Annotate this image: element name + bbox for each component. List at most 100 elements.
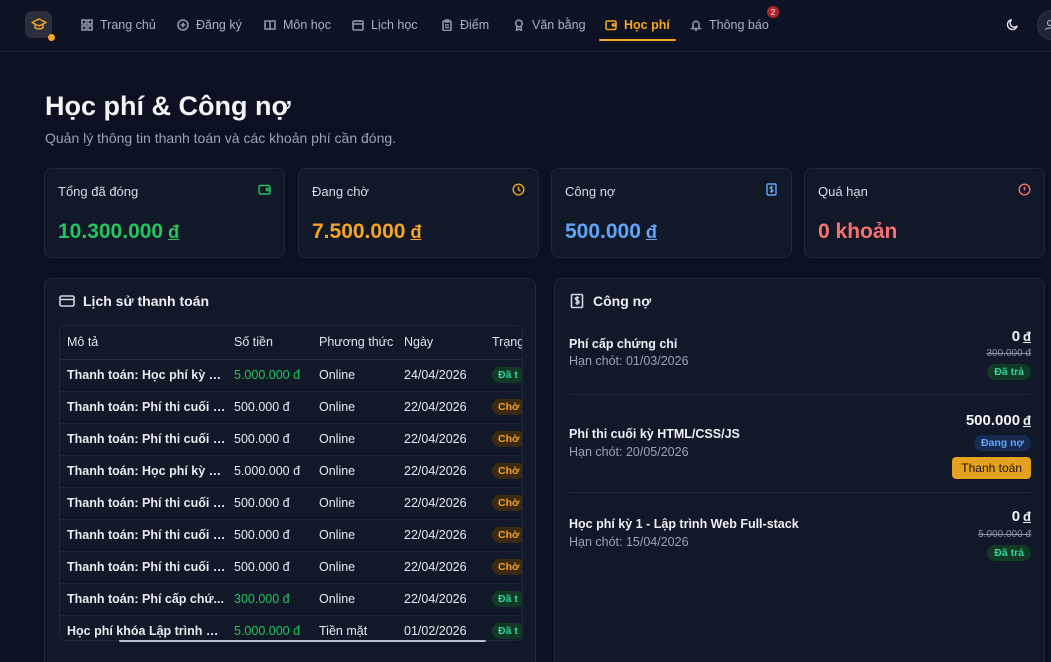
status-badge: Đã trả [987, 364, 1031, 380]
column-header[interactable]: Phương thức [312, 326, 397, 360]
book-icon [264, 20, 276, 31]
status-badge: Đã t [492, 591, 522, 607]
payment-method: Online [312, 519, 397, 552]
nav-item-courses[interactable]: Môn học [258, 11, 337, 39]
debt-amount: 500.000 đ [965, 412, 1031, 429]
table-row[interactable]: Thanh toán: Phí thi cuối k... 500.000 đ On… [60, 391, 522, 424]
table-row[interactable]: Thanh toán: Phí thi cuối k... 500.000 đ On… [60, 519, 522, 552]
clipboard-icon [442, 19, 452, 31]
column-header[interactable]: Ngày [397, 326, 485, 360]
debt-original-amount: 5.000.000 đ [978, 529, 1031, 540]
debt-item: Phí thi cuối kỳ HTML/CSS/JS Hạn chót: 20… [569, 395, 1031, 493]
nav-item-register[interactable]: Đăng ký [171, 11, 248, 39]
payment-amount: 5.000.000 đ [227, 359, 312, 392]
payment-history-table[interactable]: Mô tả Số tiền Phương thức Ngày Trạng Tha… [59, 325, 523, 641]
payment-status: Chờ [485, 487, 522, 520]
column-header[interactable]: Số tiền [227, 326, 312, 360]
debts-panel: Công nợ Phí cấp chứng chỉ Hạn chót: 01/0… [554, 278, 1045, 662]
credit-card-icon [59, 295, 75, 307]
payment-description: Học phí khóa Lập trình W... [60, 615, 227, 640]
app-logo[interactable] [25, 11, 55, 41]
debt-due-date: Hạn chót: 15/04/2026 [569, 535, 689, 549]
stat-value: 7.500.000 đ [312, 220, 422, 243]
payment-method: Online [312, 391, 397, 424]
debt-name: Phí thi cuối kỳ HTML/CSS/JS [569, 427, 740, 441]
nav-item-diplomas[interactable]: Văn bằng [507, 11, 592, 39]
nav-item-grades[interactable]: Điểm [435, 11, 495, 39]
payment-method: Tiền mặt [312, 615, 397, 640]
payment-date: 22/04/2026 [397, 455, 485, 488]
moon-icon [1006, 18, 1018, 30]
payment-date: 22/04/2026 [397, 551, 485, 584]
payment-method: Online [312, 487, 397, 520]
payment-date: 22/04/2026 [397, 391, 485, 424]
pay-button[interactable]: Thanh toán [952, 457, 1031, 479]
nav-item-notifications[interactable]: Thông báo [684, 11, 775, 39]
payment-date: 22/04/2026 [397, 487, 485, 520]
payment-status: Chờ [485, 423, 522, 456]
nav-label: Văn bằng [532, 18, 586, 32]
page-title: Học phí & Công nợ [45, 91, 291, 121]
nav-label: Điểm [460, 18, 490, 32]
column-header[interactable]: Trạng [485, 326, 522, 360]
payment-status: Chờ [485, 519, 522, 552]
table-row[interactable]: Thanh toán: Phí thi cuối k... 500.000 đ On… [60, 423, 522, 456]
table-row[interactable]: Thanh toán: Phí thi cuối k... 500.000 đ On… [60, 551, 522, 584]
debt-item: Học phí kỳ 1 - Lập trình Web Full-stack … [569, 493, 1031, 573]
payment-description: Thanh toán: Phí thi cuối k... [60, 487, 227, 520]
table-row[interactable]: Thanh toán: Học phí kỳ 1 ... 5.000.000 đO… [60, 455, 522, 488]
payment-amount: 500.000 đ [227, 551, 312, 584]
grid-icon [81, 19, 93, 31]
status-badge: Chờ [492, 559, 522, 575]
calendar-icon [352, 20, 364, 31]
top-nav: Trang chủ Đăng ký Môn học Lịch học Điểm … [0, 0, 1051, 52]
table-row[interactable]: Thanh toán: Phí cấp chứ... 300.000 đ Onlin… [60, 583, 522, 616]
payment-description: Thanh toán: Phí thi cuối k... [60, 551, 227, 584]
payment-date: 22/04/2026 [397, 583, 485, 616]
payment-status: Đã t [485, 615, 522, 640]
payment-status: Đã t [485, 359, 522, 392]
user-avatar[interactable] [1037, 10, 1051, 40]
table-row[interactable]: Thanh toán: Học phí kỳ 1 ... 5.000.000 đO… [60, 359, 522, 392]
nav-item-home[interactable]: Trang chủ [75, 11, 162, 39]
nav-label: Đăng ký [196, 18, 242, 32]
debt-original-amount: 300.000 đ [986, 348, 1032, 359]
payment-status: Chờ [485, 391, 522, 424]
plus-circle-icon [177, 19, 189, 31]
alert-circle-icon [1018, 183, 1031, 196]
payment-description: Thanh toán: Học phí kỳ 1 ... [60, 359, 227, 392]
payment-description: Thanh toán: Phí thi cuối k... [60, 423, 227, 456]
payment-method: Online [312, 423, 397, 456]
nav-label: Lịch học [371, 18, 418, 32]
clock-icon [512, 183, 525, 196]
status-badge: Chờ [492, 527, 522, 543]
payment-status: Chờ [485, 455, 522, 488]
debt-due-date: Hạn chót: 20/05/2026 [569, 445, 689, 459]
column-header[interactable]: Mô tả [60, 326, 227, 360]
stat-value: 500.000 đ [565, 220, 657, 243]
payment-description: Thanh toán: Học phí kỳ 1 ... [60, 455, 227, 488]
horizontal-scrollbar[interactable] [119, 640, 486, 642]
payment-amount: 5.000.000 đ [227, 615, 312, 640]
debt-name: Phí cấp chứng chỉ [569, 337, 678, 351]
nav-item-tuition[interactable]: Học phí [599, 11, 676, 41]
panel-title: Lịch sử thanh toán [59, 293, 209, 309]
stat-label: Công nợ [565, 184, 616, 199]
table-header-row: Mô tả Số tiền Phương thức Ngày Trạng [60, 326, 522, 360]
wallet-icon [605, 20, 617, 31]
payment-amount: 500.000 đ [227, 391, 312, 424]
status-badge: Đã t [492, 367, 522, 383]
panel-title: Công nợ [569, 293, 651, 309]
debt-due-date: Hạn chót: 01/03/2026 [569, 354, 689, 368]
nav-label: Học phí [624, 18, 670, 32]
page-subtitle: Quản lý thông tin thanh toán và các khoả… [45, 130, 397, 146]
theme-toggle-button[interactable] [1002, 14, 1022, 34]
nav-item-schedule[interactable]: Lịch học [346, 11, 424, 39]
stat-card-debt: Công nợ 500.000 đ [551, 168, 792, 258]
payment-status: Chờ [485, 551, 522, 584]
debt-amount: 0đ [1011, 328, 1031, 345]
table-row[interactable]: Thanh toán: Phí thi cuối k... 500.000 đ On… [60, 487, 522, 520]
table-row[interactable]: Học phí khóa Lập trình W... 5.000.000 đ Ti… [60, 615, 522, 640]
dollar-receipt-icon [570, 293, 584, 309]
dollar-receipt-icon [766, 183, 777, 196]
